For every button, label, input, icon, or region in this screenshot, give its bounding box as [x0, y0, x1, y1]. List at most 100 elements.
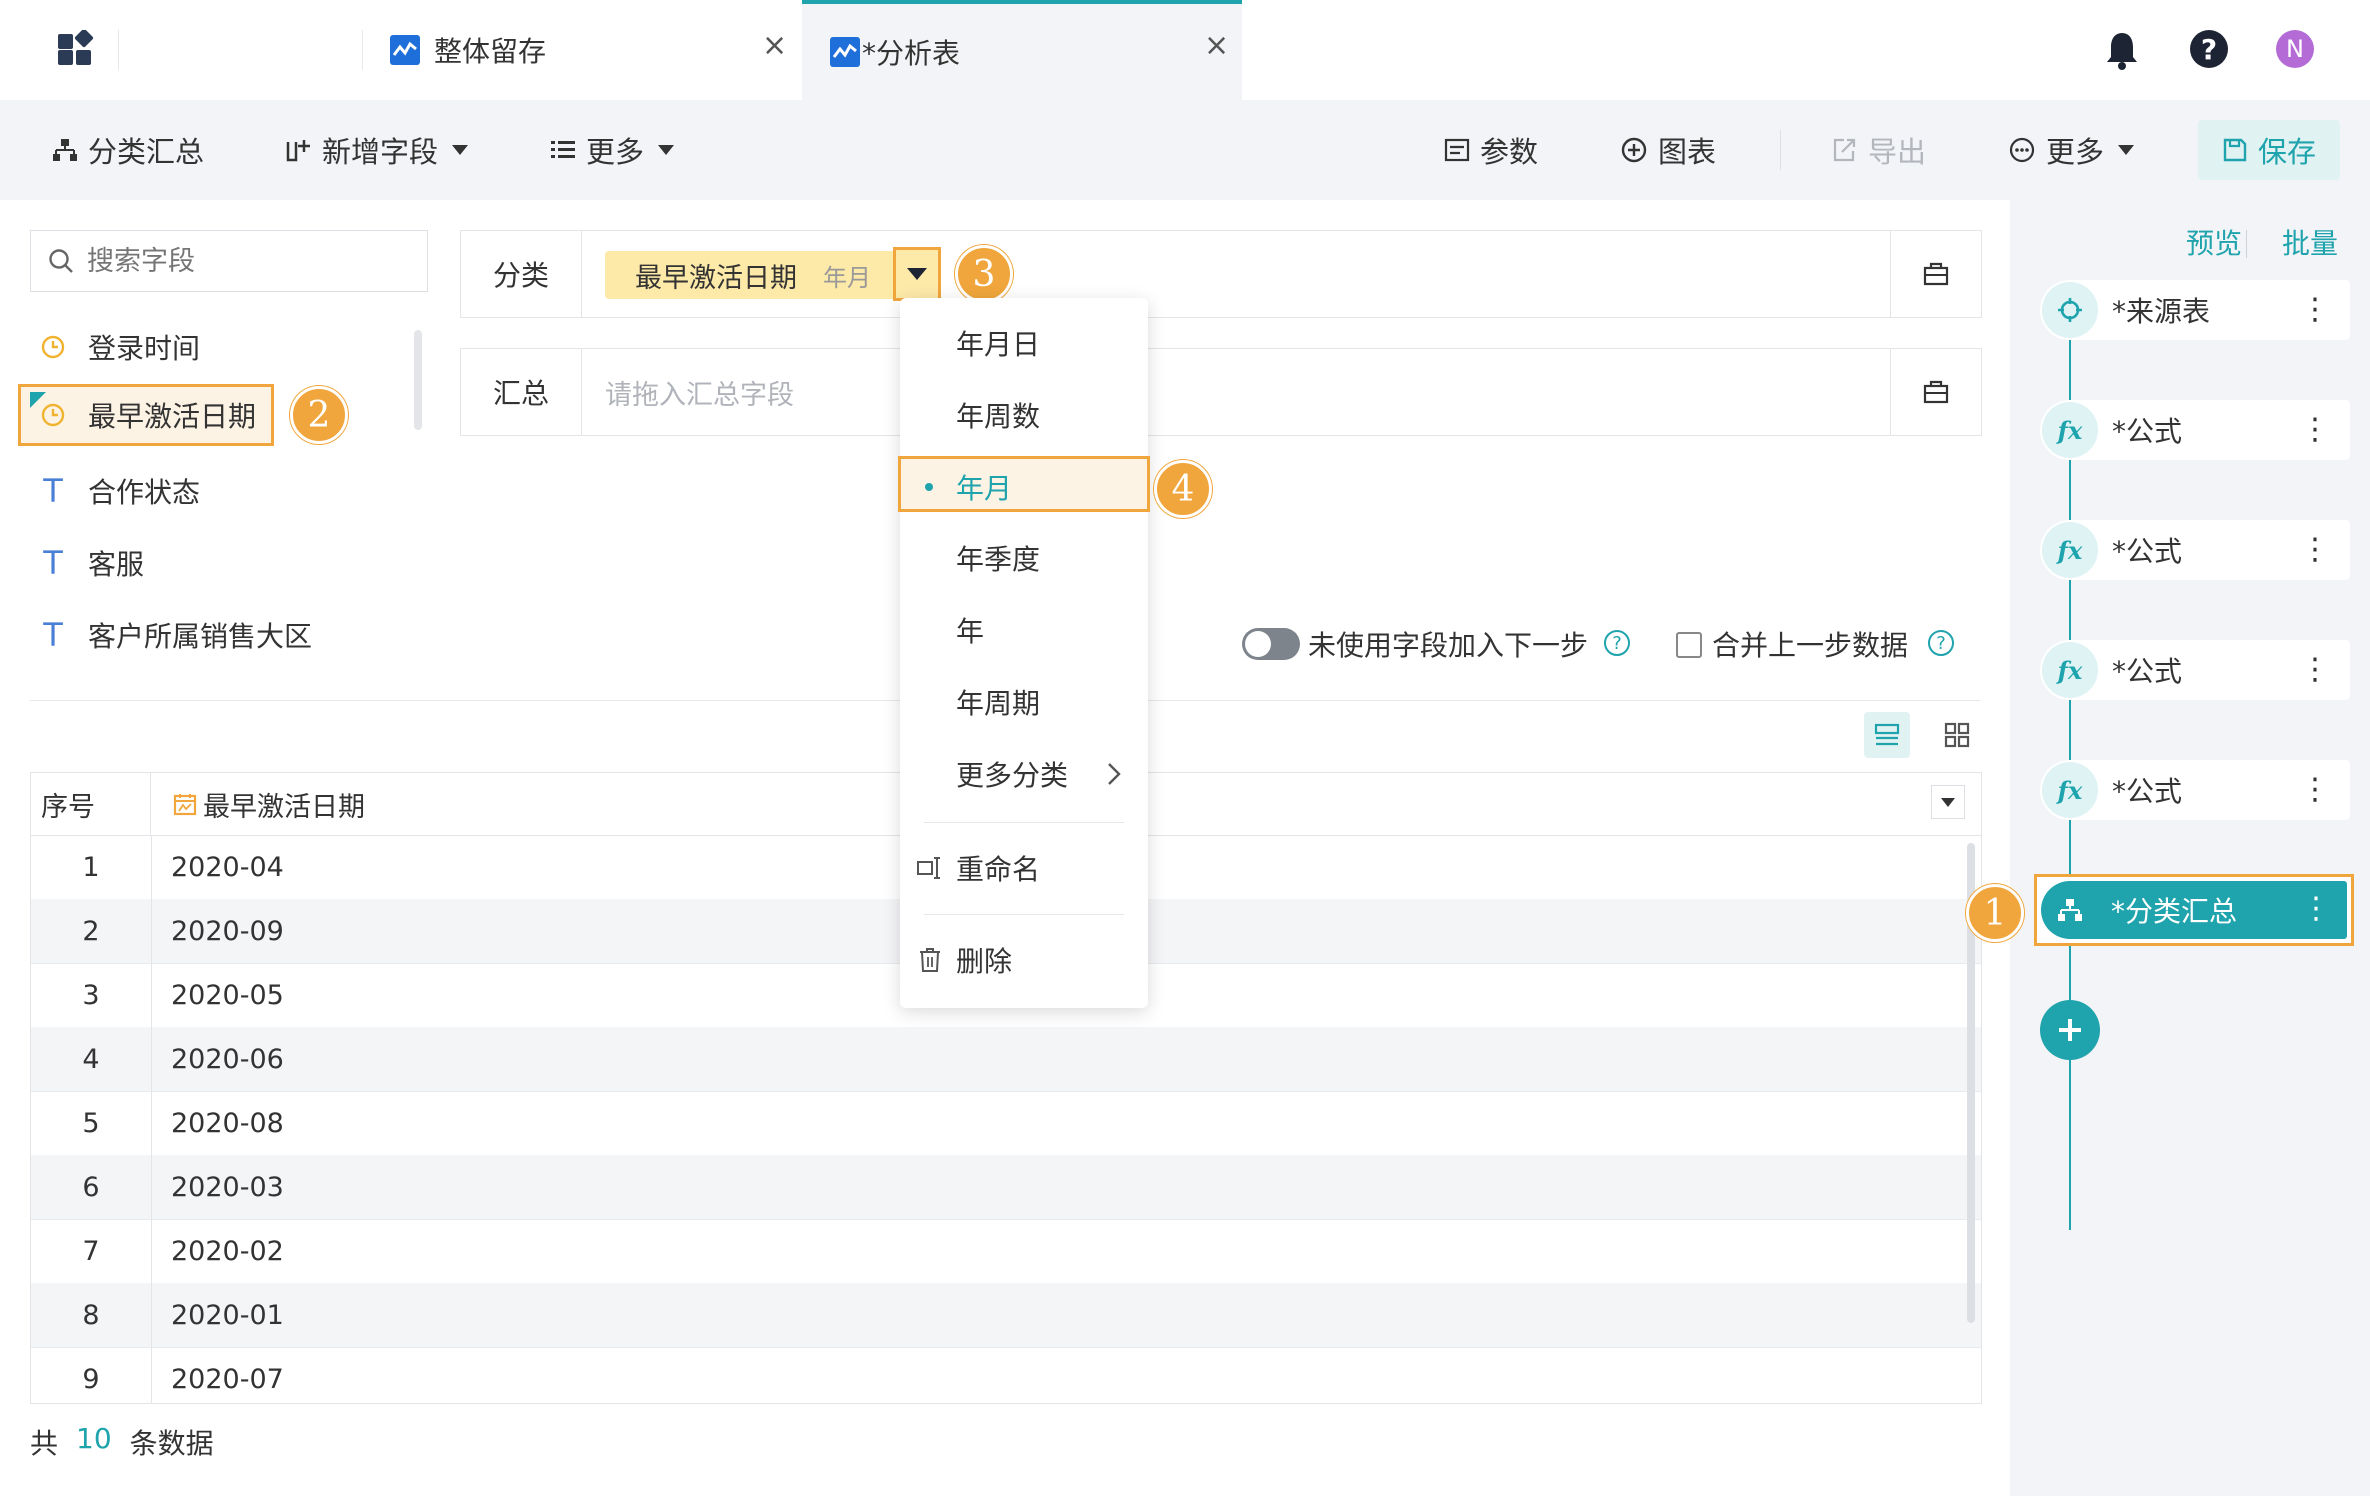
- more-vertical-icon[interactable]: ⋮: [2301, 889, 2331, 929]
- step-node-formula[interactable]: fx *公式 ⋮: [2040, 400, 2350, 460]
- rename-icon: [917, 857, 940, 879]
- menu-item-selected[interactable]: 年月: [898, 456, 1150, 512]
- more-vertical-icon[interactable]: ⋮: [2300, 770, 2330, 810]
- step-badge-1: 1: [1966, 884, 2024, 942]
- text-type-icon: T: [43, 472, 63, 510]
- classify-label: 分类: [461, 231, 582, 317]
- more-vertical-icon[interactable]: ⋮: [2300, 530, 2330, 570]
- close-icon[interactable]: ×: [1204, 28, 1229, 63]
- more-right-label: 更多: [2046, 135, 2105, 169]
- table-row: 4 2020-06: [31, 1027, 1981, 1092]
- search-input[interactable]: [85, 244, 409, 278]
- column-header-date[interactable]: 最早激活日期: [173, 773, 365, 835]
- divider: [1780, 130, 1781, 170]
- params-icon: [1444, 138, 1470, 162]
- more-vertical-icon[interactable]: ⋮: [2300, 410, 2330, 450]
- export-icon: [1833, 138, 1856, 162]
- step-label: *来源表: [2112, 295, 2211, 328]
- step-label: *公式: [2112, 775, 2183, 808]
- tab-label: *分析表: [862, 37, 961, 70]
- step-label: *分类汇总: [2111, 895, 2238, 928]
- export-button[interactable]: 导出: [1832, 100, 1926, 200]
- menu-item-more-classify[interactable]: 更多分类: [900, 744, 1148, 804]
- toggle-knob: [1245, 631, 1271, 657]
- table-row: 5 2020-08: [31, 1091, 1981, 1156]
- chevron-down-icon: [452, 145, 469, 155]
- help-icon[interactable]: ?: [1604, 630, 1630, 656]
- grid-view-button[interactable]: [1934, 712, 1980, 758]
- granularity-menu: 年月日 年周数 年月 年季度 年 年周期 更多分类 重命名 删除: [898, 298, 1150, 1008]
- list-icon: [551, 141, 575, 158]
- field-item[interactable]: T 客服: [38, 538, 144, 588]
- text-type-icon: T: [43, 616, 63, 654]
- help-icon[interactable]: ?: [1928, 630, 1954, 656]
- summary-placeholder[interactable]: 请拖入汇总字段: [605, 373, 794, 412]
- field-label: 合作状态: [88, 476, 201, 509]
- selected-dot-icon: [925, 483, 933, 491]
- help-icon[interactable]: ?: [2190, 30, 2228, 68]
- classify-row: 分类 最早激活日期 年月 3: [460, 230, 1982, 318]
- search-box[interactable]: [30, 230, 428, 292]
- divider: [2246, 230, 2247, 258]
- tab-bar: 整体留存 × *分析表 × ? N: [0, 0, 2370, 100]
- batch-link[interactable]: 批量: [2282, 222, 2338, 262]
- calendar-icon: [173, 794, 197, 816]
- chart-button[interactable]: 图表: [1620, 100, 1716, 200]
- field-item[interactable]: T 客户所属销售大区: [38, 610, 312, 660]
- list-view-button[interactable]: [1864, 712, 1910, 758]
- params-button[interactable]: 参数: [1444, 100, 1538, 200]
- bell-icon[interactable]: [2104, 30, 2140, 70]
- step-node-formula[interactable]: fx *公式 ⋮: [2040, 520, 2350, 580]
- clear-icon[interactable]: [1890, 349, 1981, 435]
- formula-icon: fx: [2042, 762, 2098, 818]
- merge-label: 合并上一步数据: [1712, 629, 1909, 662]
- tab-analysis-table[interactable]: *分析表 ×: [802, 0, 1242, 100]
- clock-icon: [30, 392, 68, 430]
- close-icon[interactable]: ×: [762, 28, 787, 63]
- step-label: *公式: [2112, 415, 2183, 448]
- field-item[interactable]: 最早激活日期: [30, 390, 256, 440]
- add-field-button[interactable]: 新增字段: [284, 100, 469, 200]
- step-node-formula[interactable]: fx *公式 ⋮: [2040, 760, 2350, 820]
- menu-item[interactable]: 年季度: [900, 528, 1148, 588]
- save-button[interactable]: 保存: [2198, 120, 2340, 180]
- menu-item[interactable]: 年周期: [900, 672, 1148, 732]
- divider: [118, 30, 119, 70]
- more-vertical-icon[interactable]: ⋮: [2300, 650, 2330, 690]
- more-right-button[interactable]: 更多: [2008, 100, 2135, 200]
- app-grid-icon[interactable]: [56, 30, 96, 70]
- field-item[interactable]: 登录时间: [38, 322, 200, 372]
- merge-checkbox[interactable]: [1676, 632, 1702, 658]
- menu-item[interactable]: 年周数: [900, 385, 1148, 445]
- menu-item-rename[interactable]: 重命名: [900, 838, 1148, 898]
- chip-dropdown-button[interactable]: [893, 247, 941, 301]
- step-node-formula[interactable]: fx *公式 ⋮: [2040, 640, 2350, 700]
- column-menu-button[interactable]: [1931, 785, 1965, 819]
- tab-overall-retention[interactable]: 整体留存 ×: [390, 0, 800, 100]
- more-vertical-icon[interactable]: ⋮: [2300, 290, 2330, 330]
- clock-icon: [38, 332, 68, 362]
- field-item[interactable]: T 合作状态: [38, 466, 200, 516]
- menu-item[interactable]: 年月日: [900, 313, 1148, 373]
- list-scrollbar[interactable]: [414, 330, 422, 430]
- add-step-button[interactable]: [2040, 1000, 2100, 1060]
- params-label: 参数: [1480, 135, 1539, 169]
- table-row: 8 2020-01: [31, 1283, 1981, 1348]
- chevron-right-icon: [1108, 763, 1121, 785]
- unused-fields-toggle[interactable]: [1242, 628, 1300, 660]
- field-label: 客服: [88, 548, 145, 581]
- step-node-source[interactable]: *来源表 ⋮: [2040, 280, 2350, 340]
- step-badge-4: 4: [1154, 460, 1212, 518]
- preview-link[interactable]: 预览: [2186, 222, 2242, 262]
- clear-icon[interactable]: [1890, 231, 1981, 317]
- more-menu-button[interactable]: 更多: [550, 100, 675, 200]
- avatar[interactable]: N: [2276, 30, 2314, 68]
- column-header-index: 序号: [31, 773, 151, 835]
- step-node-group-summary-active[interactable]: *分类汇总 ⋮: [2034, 874, 2354, 946]
- menu-item-delete[interactable]: 删除: [900, 930, 1148, 990]
- menu-item[interactable]: 年: [900, 600, 1148, 660]
- group-summary-button[interactable]: 分类汇总: [52, 100, 204, 200]
- add-column-icon: [286, 140, 310, 162]
- hierarchy-icon: [53, 139, 77, 161]
- classify-chip[interactable]: 最早激活日期 年月: [605, 251, 905, 299]
